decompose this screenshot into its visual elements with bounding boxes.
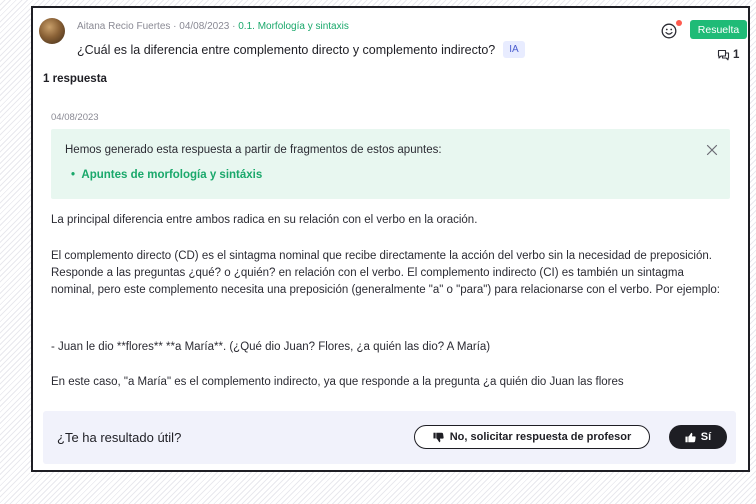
smiley-icon[interactable]: [661, 23, 677, 39]
thumb-down-icon: [433, 432, 444, 442]
source-item: • Apuntes de morfología y sintáxis: [71, 169, 262, 181]
question-date: 04/08/2023: [179, 21, 230, 32]
question-title: ¿Cuál es la diferencia entre complemento…: [77, 42, 496, 57]
answer-count: 1 respuesta: [43, 73, 107, 85]
yes-button[interactable]: Sí: [669, 425, 727, 449]
topic-link[interactable]: 0.1. Morfología y sintaxis: [238, 21, 349, 32]
answer-date: 04/08/2023: [51, 112, 99, 123]
yes-label: Sí: [700, 431, 712, 443]
ia-badge: IA: [503, 41, 525, 58]
source-link[interactable]: Apuntes de morfología y sintáxis: [81, 169, 262, 181]
answer-paragraph-4: En este caso, "a María" es el complement…: [51, 376, 624, 388]
status-badge: Resuelta: [690, 20, 747, 39]
meta-separator: ·: [170, 21, 180, 32]
question-title-row: ¿Cuál es la diferencia entre complemento…: [77, 41, 525, 58]
comment-icon: [717, 49, 730, 61]
request-teacher-label: No, solicitar respuesta de profesor: [449, 431, 632, 443]
feedback-question: ¿Te ha resultado útil?: [57, 430, 182, 445]
bullet: •: [71, 169, 76, 181]
close-icon[interactable]: [705, 143, 719, 157]
avatar[interactable]: [39, 18, 65, 44]
answer-paragraph-1: La principal diferencia entre ambos radi…: [51, 214, 478, 226]
meta-separator-2: ·: [229, 21, 239, 32]
question-card: Aitana Recio Fuertes · 04/08/2023 · 0.1.…: [31, 6, 750, 472]
request-teacher-button[interactable]: No, solicitar respuesta de profesor: [414, 425, 650, 449]
comment-count: 1: [733, 49, 740, 61]
question-meta: Aitana Recio Fuertes · 04/08/2023 · 0.1.…: [77, 21, 349, 32]
feedback-bar: ¿Te ha resultado útil? No, solicitar res…: [43, 411, 736, 464]
thumb-up-icon: [685, 432, 696, 442]
source-notice-text: Hemos generado esta respuesta a partir d…: [65, 144, 442, 156]
author-name[interactable]: Aitana Recio Fuertes: [77, 21, 170, 32]
notification-dot: [676, 20, 682, 26]
source-notice: Hemos generado esta respuesta a partir d…: [51, 129, 730, 199]
answer-paragraph-2: El complemento directo (CD) es el sintag…: [51, 250, 721, 296]
comments-counter[interactable]: 1: [717, 49, 739, 61]
answer-paragraph-3: - Juan le dio **flores** **a María**. (¿…: [51, 341, 491, 353]
